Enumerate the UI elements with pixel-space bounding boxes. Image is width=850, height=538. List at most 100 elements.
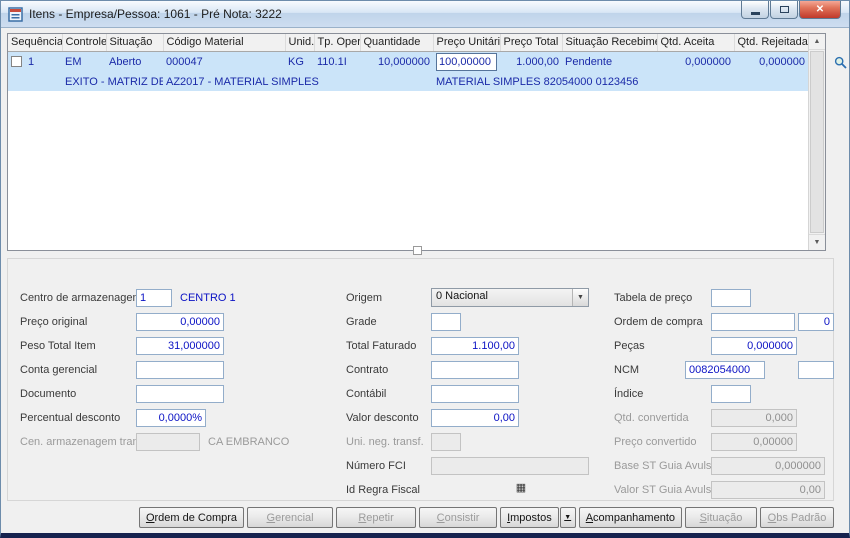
label-contabil: Contábil — [346, 388, 387, 400]
ncm-extra-input[interactable] — [798, 361, 834, 379]
contrato-input[interactable] — [431, 361, 519, 379]
close-icon: ✕ — [815, 4, 825, 15]
row-checkbox[interactable] — [11, 55, 22, 67]
grid-header-preco-total-item[interactable]: Preço Total Item — [500, 34, 563, 52]
label-cen-armazenagem-transf: Cen. armazenagem transf — [20, 436, 148, 448]
label-ordem-compra: Ordem de compra — [614, 316, 703, 328]
scroll-down-icon[interactable]: ▼ — [809, 234, 825, 250]
ncm-input[interactable] — [685, 361, 765, 379]
minimize-button[interactable] — [741, 1, 769, 19]
valor-desconto-input[interactable] — [431, 409, 519, 427]
impostos-dropdown-icon: ▼ — [564, 514, 572, 521]
grid-header-qtd-aceita[interactable]: Qtd. Aceita — [657, 34, 735, 52]
grid-header-tp-oper[interactable]: Tp. Oper. — [314, 34, 361, 52]
cen-armazenagem-transf-note: CA EMBRANCO — [208, 436, 290, 448]
grid-header-unid[interactable]: Unid. — [285, 34, 315, 52]
cell-item-desc[interactable]: MATERIAL SIMPLES 82054000 0123456 — [433, 72, 657, 91]
conta-gerencial-input[interactable] — [136, 361, 224, 379]
label-centro-armazenagem: Centro de armazenagem — [20, 292, 142, 304]
label-conta-gerencial: Conta gerencial — [20, 364, 98, 376]
acompanhamento-label: Acompanhamento — [585, 511, 675, 524]
ordem-compra-input[interactable] — [711, 313, 795, 331]
base-st-guia-avulsa-input — [711, 457, 825, 475]
cell-detail-empty3[interactable] — [734, 72, 808, 91]
grid-header-situacao[interactable]: Situação — [106, 34, 164, 52]
label-preco-convertido: Preço convertido — [614, 436, 697, 448]
ordem-de-compra-label: Ordem de Compra — [145, 511, 238, 524]
grid-header-codigo-material[interactable]: Código Material — [163, 34, 286, 52]
contabil-input[interactable] — [431, 385, 519, 403]
grid-header-qtd-rejeitada[interactable]: Qtd. Rejeitada — [734, 34, 809, 52]
situacao-button[interactable]: Situação — [685, 507, 757, 528]
ordem-de-compra-button[interactable]: Ordem de Compra — [138, 507, 245, 528]
cell-unid[interactable]: KG — [285, 51, 314, 72]
valor-st-guia-avulsa-input — [711, 481, 825, 499]
consistir-button[interactable]: Consistir — [419, 507, 498, 528]
acompanhamento-button[interactable]: Acompanhamento — [578, 507, 682, 528]
preco-original-input[interactable] — [136, 313, 224, 331]
tabela-preco-input[interactable] — [711, 289, 751, 307]
item-details-form: Centro de armazenagem CENTRO 1 Preço ori… — [7, 258, 834, 501]
cell-controle[interactable]: EM — [62, 51, 106, 72]
cell-detail-empty[interactable] — [8, 72, 62, 91]
grid-header-situacao-recebimento[interactable]: Situação Recebimen. — [562, 34, 658, 52]
numero-fci-input — [431, 457, 589, 475]
grid-resize-handle[interactable] — [413, 246, 422, 255]
cell-preco-total-item[interactable]: 1.000,00 — [500, 51, 562, 72]
cell-tp-oper[interactable]: 110.1I — [314, 51, 360, 72]
cell-sequencia[interactable]: 1 — [8, 51, 62, 72]
gerencial-button[interactable]: Gerencial — [247, 507, 334, 528]
indice-input[interactable] — [711, 385, 751, 403]
grid-header-quantidade[interactable]: Quantidade — [360, 34, 434, 52]
preco-convertido-input — [711, 433, 797, 451]
grid-header-sequencia[interactable]: Sequência — [8, 34, 63, 52]
documento-input[interactable] — [136, 385, 224, 403]
cell-situacao-recebimento[interactable]: Pendente — [562, 51, 657, 72]
cell-situacao[interactable]: Aberto — [106, 51, 163, 72]
uni-neg-transf-input — [431, 433, 461, 451]
cell-detail-empty2[interactable] — [657, 72, 734, 91]
items-window: Itens - Empresa/Pessoa: 1061 - Pré Nota:… — [0, 0, 850, 538]
id-regra-fiscal-lookup-icon[interactable]: ▦ — [514, 481, 528, 496]
label-peso-total-item: Peso Total Item — [20, 340, 96, 352]
cell-material-desc[interactable]: AZ2017 - MATERIAL SIMPLES — [163, 72, 433, 91]
obs-padrao-button[interactable]: Obs Padrão — [760, 507, 834, 528]
cell-codigo-material[interactable]: 000047 — [163, 51, 285, 72]
ordem-compra-item-input[interactable] — [798, 313, 834, 331]
cen-armazenagem-transf-input — [136, 433, 200, 451]
repetir-button[interactable]: Repetir — [336, 507, 417, 528]
impostos-button[interactable]: Impostos — [500, 507, 559, 528]
impostos-label: Impostos — [507, 511, 552, 524]
scrollbar-thumb[interactable] — [810, 51, 824, 233]
grade-input[interactable] — [431, 313, 461, 331]
cell-controle-desc[interactable]: EXITO - MATRIZ DE CON — [62, 72, 163, 91]
label-pecas: Peças — [614, 340, 645, 352]
label-qtd-convertida: Qtd. convertida — [614, 412, 689, 424]
percentual-desconto-input[interactable] — [136, 409, 206, 427]
titlebar[interactable]: Itens - Empresa/Pessoa: 1061 - Pré Nota:… — [1, 1, 849, 28]
grid-vertical-scrollbar[interactable]: ▲ ▼ — [808, 34, 825, 250]
impostos-split-button: Impostos ▼ — [500, 507, 576, 528]
close-button[interactable]: ✕ — [799, 1, 841, 19]
label-numero-fci: Número FCI — [346, 460, 406, 472]
centro-armazenagem-input[interactable] — [136, 289, 172, 307]
preco-unitario-edit-cell[interactable]: 100,00000 — [436, 52, 497, 71]
cell-preco-unitario[interactable]: 100,00000 — [433, 51, 500, 72]
grid-header-controle[interactable]: Controle — [62, 34, 107, 52]
peso-total-item-input[interactable] — [136, 337, 224, 355]
impostos-dropdown-button[interactable]: ▼ — [559, 507, 576, 528]
scroll-up-icon[interactable]: ▲ — [809, 34, 825, 50]
grid-header-preco-unitario[interactable]: Preço Unitário — [433, 34, 501, 52]
centro-armazenagem-note: CENTRO 1 — [180, 292, 236, 304]
cell-qtd-aceita[interactable]: 0,000000 — [657, 51, 734, 72]
origem-select[interactable]: 0 Nacional ▼ — [431, 288, 589, 307]
locate-search-icon[interactable] — [834, 56, 847, 69]
label-preco-original: Preço original — [20, 316, 88, 328]
chevron-down-icon[interactable]: ▼ — [572, 289, 588, 306]
total-faturado-input[interactable] — [431, 337, 519, 355]
maximize-button[interactable] — [770, 1, 798, 19]
cell-quantidade[interactable]: 10,000000 — [360, 51, 433, 72]
cell-qtd-rejeitada[interactable]: 0,000000 — [734, 51, 808, 72]
pecas-input[interactable] — [711, 337, 797, 355]
consistir-label: Consistir — [436, 511, 480, 524]
